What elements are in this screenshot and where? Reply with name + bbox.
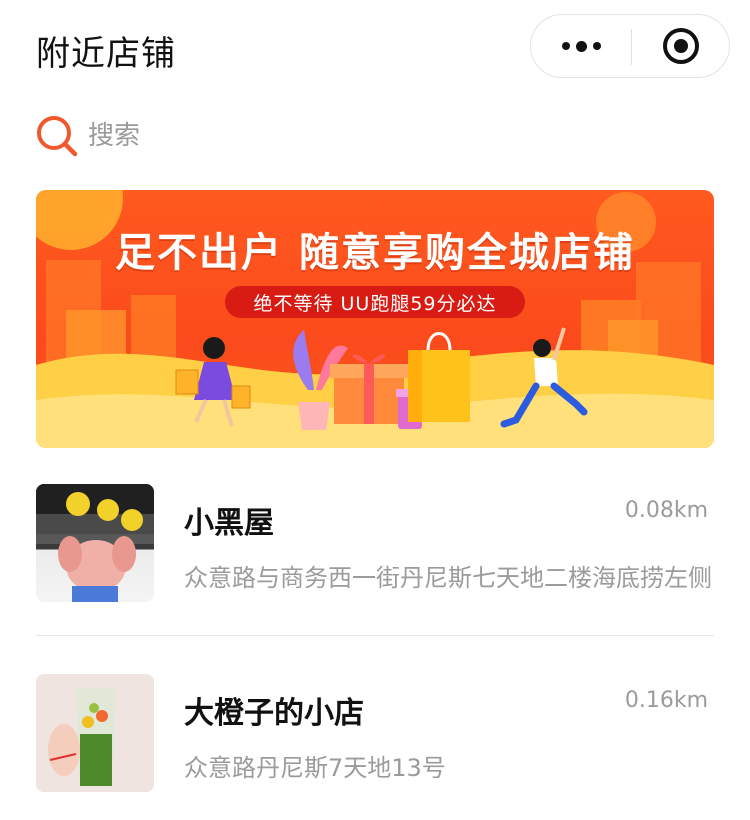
more-button[interactable] (531, 15, 631, 77)
miniprogram-capsule (530, 14, 730, 78)
store-distance: 0.08km (624, 498, 708, 523)
target-circle-icon (663, 28, 699, 64)
close-button[interactable] (632, 15, 730, 77)
search-icon (37, 116, 78, 157)
shopping-bag-figure (408, 332, 470, 422)
list-divider (36, 635, 714, 636)
search-input[interactable] (88, 121, 488, 151)
search-bar[interactable] (34, 112, 714, 160)
store-thumbnail (36, 484, 154, 602)
more-dots-icon (559, 40, 604, 52)
banner-tagline: 绝不等待 UU跑腿59分必达 (225, 286, 525, 318)
store-item[interactable]: 大橙子的小店 0.16km 众意路丹尼斯7天地13号 (36, 674, 714, 814)
store-name: 大橙子的小店 (184, 696, 364, 731)
store-thumbnail (36, 674, 154, 792)
store-distance: 0.16km (624, 688, 708, 713)
store-address: 众意路与商务西一街丹尼斯七天地二楼海底捞左侧 (184, 564, 712, 592)
promo-banner[interactable]: 足不出户 随意享购全城店铺 绝不等待 UU跑腿59分必达 (36, 190, 714, 448)
store-item[interactable]: 小黑屋 0.08km 众意路与商务西一街丹尼斯七天地二楼海底捞左侧 (36, 484, 714, 624)
page-title: 附近店铺 (36, 34, 176, 74)
store-address: 众意路丹尼斯7天地13号 (184, 754, 446, 782)
store-name: 小黑屋 (184, 506, 274, 541)
banner-headline: 足不出户 随意享购全城店铺 (115, 230, 635, 276)
navigation-bar: 附近店铺 (0, 0, 750, 92)
